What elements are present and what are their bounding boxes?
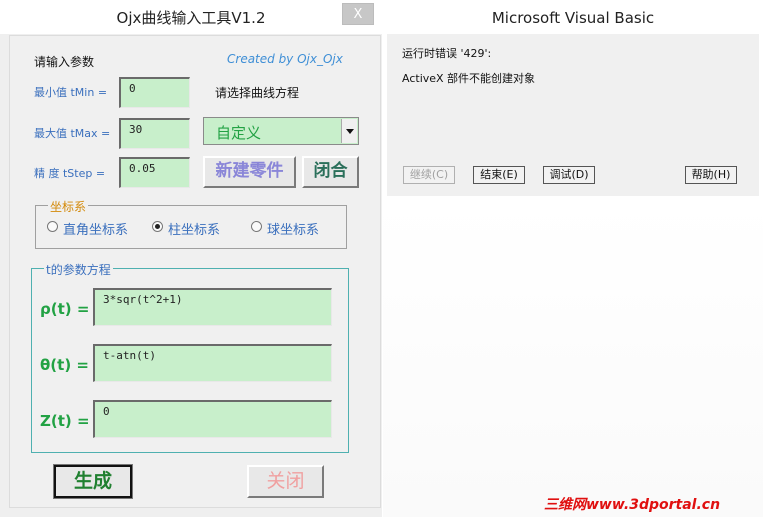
parametric-equation-group: t的参数方程 ρ(t) = 3*sqr(t^2+1) θ(t) = t-atn(…: [31, 261, 349, 453]
error-code-text: 运行时错误 '429':: [402, 47, 492, 60]
radio-cylindrical[interactable]: [152, 221, 163, 232]
watermark-text: 三维网www.3dportal.cn: [544, 497, 721, 513]
close-shape-button[interactable]: 闭合: [302, 156, 359, 188]
params-prompt-label: 请输入参数: [34, 55, 95, 69]
curve-tool-window: Ojx曲线输入工具V1.2 X 请输入参数 Created by Ojx_Ojx…: [0, 0, 382, 517]
equation-group-title: t的参数方程: [44, 261, 113, 278]
tmin-input[interactable]: 0: [119, 77, 190, 108]
radio-cylindrical-label[interactable]: 柱坐标系: [168, 219, 220, 238]
theta-label: θ(t) =: [40, 356, 89, 374]
curve-select-value: 自定义: [216, 124, 262, 142]
error-message-text: ActiveX 部件不能创建对象: [402, 72, 536, 85]
theta-input[interactable]: t-atn(t): [93, 344, 332, 382]
coord-system-group: 坐标系 直角坐标系 柱坐标系 球坐标系: [35, 198, 347, 249]
rho-input[interactable]: 3*sqr(t^2+1): [93, 288, 332, 326]
tstep-input[interactable]: 0.05: [119, 157, 190, 188]
select-curve-label: 请选择曲线方程: [215, 86, 300, 100]
end-button[interactable]: 结束(E): [473, 166, 525, 184]
rho-label: ρ(t) =: [40, 300, 90, 318]
vb-error-dialog: Microsoft Visual Basic 运行时错误 '429': Acti…: [383, 0, 763, 200]
vb-dialog-title: Microsoft Visual Basic: [491, 9, 655, 27]
tool-window-title: Ojx曲线输入工具V1.2: [116, 9, 266, 27]
new-part-button[interactable]: 新建零件: [203, 156, 296, 188]
generate-button[interactable]: 生成: [53, 464, 133, 499]
radio-spherical[interactable]: [251, 221, 262, 232]
z-label: Z(t) =: [40, 412, 90, 430]
continue-button[interactable]: 继续(C): [403, 166, 455, 184]
chevron-down-icon[interactable]: [341, 119, 357, 143]
credit-label: Created by Ojx_Ojx: [227, 52, 343, 66]
radio-cartesian-label[interactable]: 直角坐标系: [63, 219, 128, 238]
tmin-label: 最小值 tMin =: [34, 86, 108, 99]
close-button[interactable]: 关闭: [247, 465, 324, 498]
background-area: [383, 200, 763, 517]
tool-client-area: 请输入参数 Created by Ojx_Ojx 最小值 tMin = 0 请选…: [9, 35, 381, 508]
curve-select[interactable]: 自定义: [203, 117, 359, 145]
radio-spherical-label[interactable]: 球坐标系: [267, 219, 319, 238]
debug-button[interactable]: 调试(D): [543, 166, 595, 184]
radio-cartesian[interactable]: [47, 221, 58, 232]
tstep-label: 精 度 tStep =: [34, 167, 106, 180]
z-input[interactable]: 0: [93, 400, 332, 438]
tmax-label: 最大值 tMax =: [34, 127, 111, 140]
tmax-input[interactable]: 30: [119, 118, 190, 149]
help-button[interactable]: 帮助(H): [685, 166, 737, 184]
tool-titlebar: Ojx曲线输入工具V1.2 X: [0, 0, 382, 34]
coord-group-title: 坐标系: [48, 198, 89, 215]
tool-close-icon[interactable]: X: [342, 3, 374, 25]
vb-dialog-body: 运行时错误 '429': ActiveX 部件不能创建对象 继续(C) 结束(E…: [387, 34, 759, 196]
